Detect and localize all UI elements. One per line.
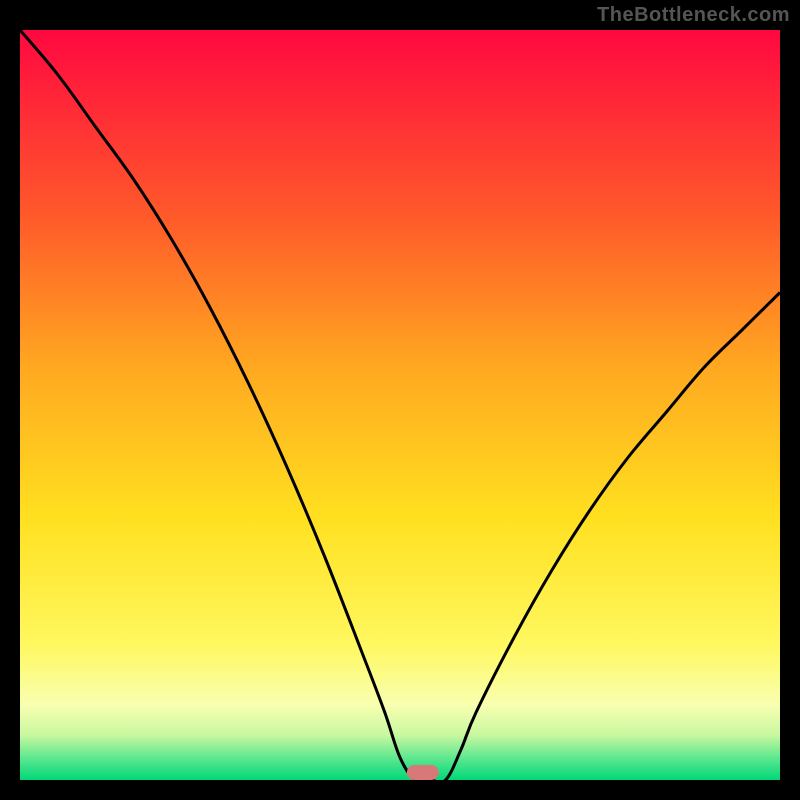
gradient-background bbox=[20, 30, 780, 780]
bottleneck-chart bbox=[20, 30, 780, 780]
plot-area bbox=[20, 30, 780, 780]
optimal-marker bbox=[407, 765, 439, 780]
chart-frame: TheBottleneck.com bbox=[0, 0, 800, 800]
watermark-text: TheBottleneck.com bbox=[597, 4, 790, 27]
